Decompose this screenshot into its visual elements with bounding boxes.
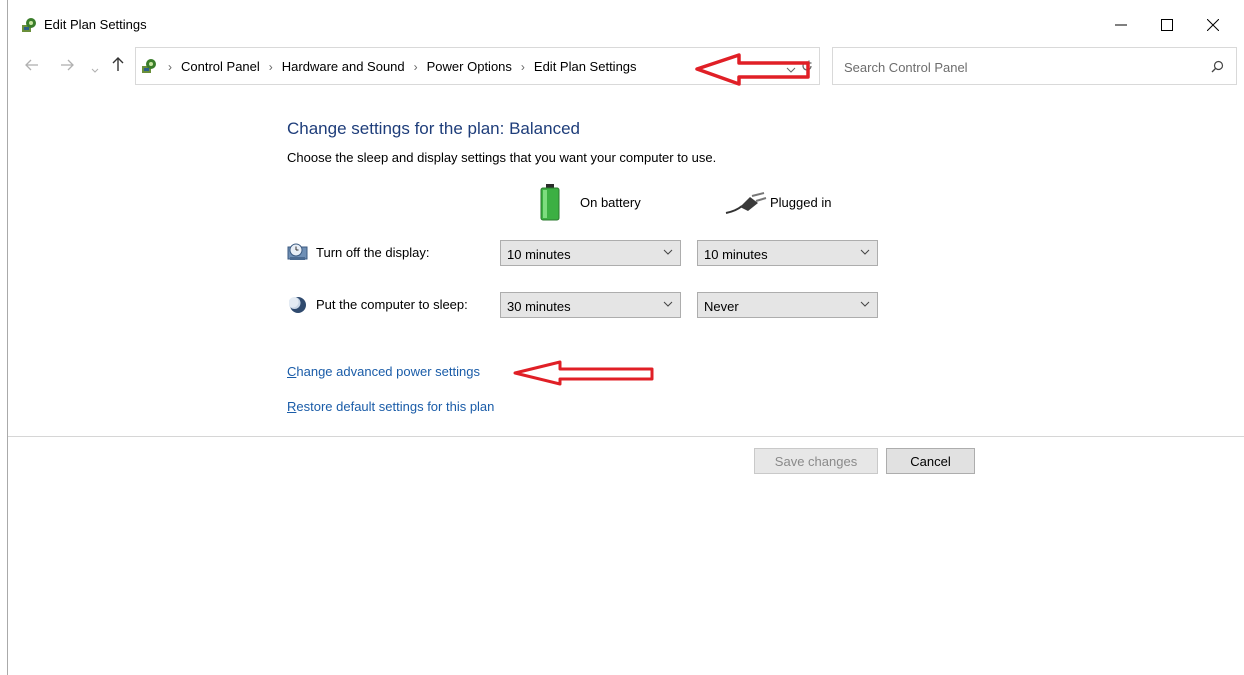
chevron-down-icon (786, 67, 796, 73)
sleep-plugged-value: Never (704, 299, 739, 314)
window-title: Edit Plan Settings (44, 17, 147, 32)
display-off-label: Turn off the display: (316, 245, 430, 260)
breadcrumb-separator-icon[interactable]: › (269, 60, 273, 74)
chevron-down-icon (860, 249, 870, 255)
display-off-plugged-value: 10 minutes (704, 247, 768, 262)
save-changes-button[interactable]: Save changes (754, 448, 878, 474)
link-text: estore default settings for this plan (296, 399, 495, 414)
cancel-button[interactable]: Cancel (886, 448, 975, 474)
sleep-label: Put the computer to sleep: (316, 297, 468, 312)
link-access-key: C (287, 364, 297, 379)
address-dropdown-button[interactable] (786, 61, 796, 79)
back-arrow-icon (25, 59, 38, 71)
edit-plan-settings-window: Edit Plan Settings › Control Panel › Har… (0, 0, 1244, 675)
breadcrumb-separator-icon: › (168, 59, 172, 74)
annotation-arrow-icon (513, 360, 654, 386)
column-header-plugged-in: Plugged in (770, 195, 832, 210)
change-advanced-power-settings-link[interactable]: Change advanced power settings (287, 364, 480, 379)
breadcrumb-separator-icon[interactable]: › (521, 60, 525, 74)
title-bar[interactable]: Edit Plan Settings (8, 0, 1244, 44)
breadcrumb-hardware-and-sound[interactable]: Hardware and Sound (282, 59, 405, 74)
breadcrumb-power-options[interactable]: Power Options (427, 59, 512, 74)
display-off-battery-select[interactable]: 10 minutes (500, 240, 681, 266)
refresh-icon (802, 60, 812, 71)
up-button[interactable] (112, 56, 124, 75)
maximize-icon (1161, 19, 1173, 31)
restore-default-settings-link[interactable]: Restore default settings for this plan (287, 399, 494, 414)
breadcrumb-control-panel[interactable]: Control Panel (181, 59, 260, 74)
minimize-button[interactable] (1098, 10, 1144, 40)
breadcrumb: › Control Panel › Hardware and Sound › P… (168, 59, 637, 74)
chevron-down-icon (860, 301, 870, 307)
breadcrumb-edit-plan-settings[interactable]: Edit Plan Settings (534, 59, 637, 74)
forward-button[interactable] (60, 58, 74, 74)
search-icon (1211, 60, 1224, 73)
monitor-clock-icon (287, 243, 308, 260)
page-description: Choose the sleep and display settings th… (287, 150, 717, 165)
control-panel-icon (142, 59, 156, 73)
back-button[interactable] (25, 58, 39, 74)
close-button[interactable] (1190, 10, 1236, 40)
up-arrow-icon (112, 57, 124, 71)
link-access-key: R (287, 399, 297, 414)
moon-icon (289, 296, 306, 313)
search-button[interactable] (1211, 60, 1224, 78)
divider (8, 436, 1244, 437)
sleep-battery-select[interactable]: 30 minutes (500, 292, 681, 318)
search-input[interactable] (844, 58, 1184, 76)
close-icon (1207, 19, 1219, 31)
maximize-button[interactable] (1144, 10, 1190, 40)
forward-arrow-icon (61, 59, 74, 71)
link-text: hange advanced power settings (296, 364, 480, 379)
chevron-down-icon (663, 249, 673, 255)
control-panel-icon (22, 18, 36, 32)
battery-icon (540, 184, 560, 221)
breadcrumb-separator-icon[interactable]: › (414, 60, 418, 74)
column-header-on-battery: On battery (580, 195, 641, 210)
chevron-down-icon (663, 301, 673, 307)
power-plug-icon (725, 192, 767, 214)
display-off-plugged-select[interactable]: 10 minutes (697, 240, 878, 266)
display-off-battery-value: 10 minutes (507, 247, 571, 262)
sleep-plugged-select[interactable]: Never (697, 292, 878, 318)
window-border (7, 0, 8, 675)
sleep-battery-value: 30 minutes (507, 299, 571, 314)
minimize-icon (1115, 24, 1127, 26)
page-title: Change settings for the plan: Balanced (287, 119, 580, 138)
chevron-down-icon (91, 68, 99, 73)
recent-locations-button[interactable] (91, 61, 99, 77)
refresh-button[interactable] (801, 59, 813, 77)
